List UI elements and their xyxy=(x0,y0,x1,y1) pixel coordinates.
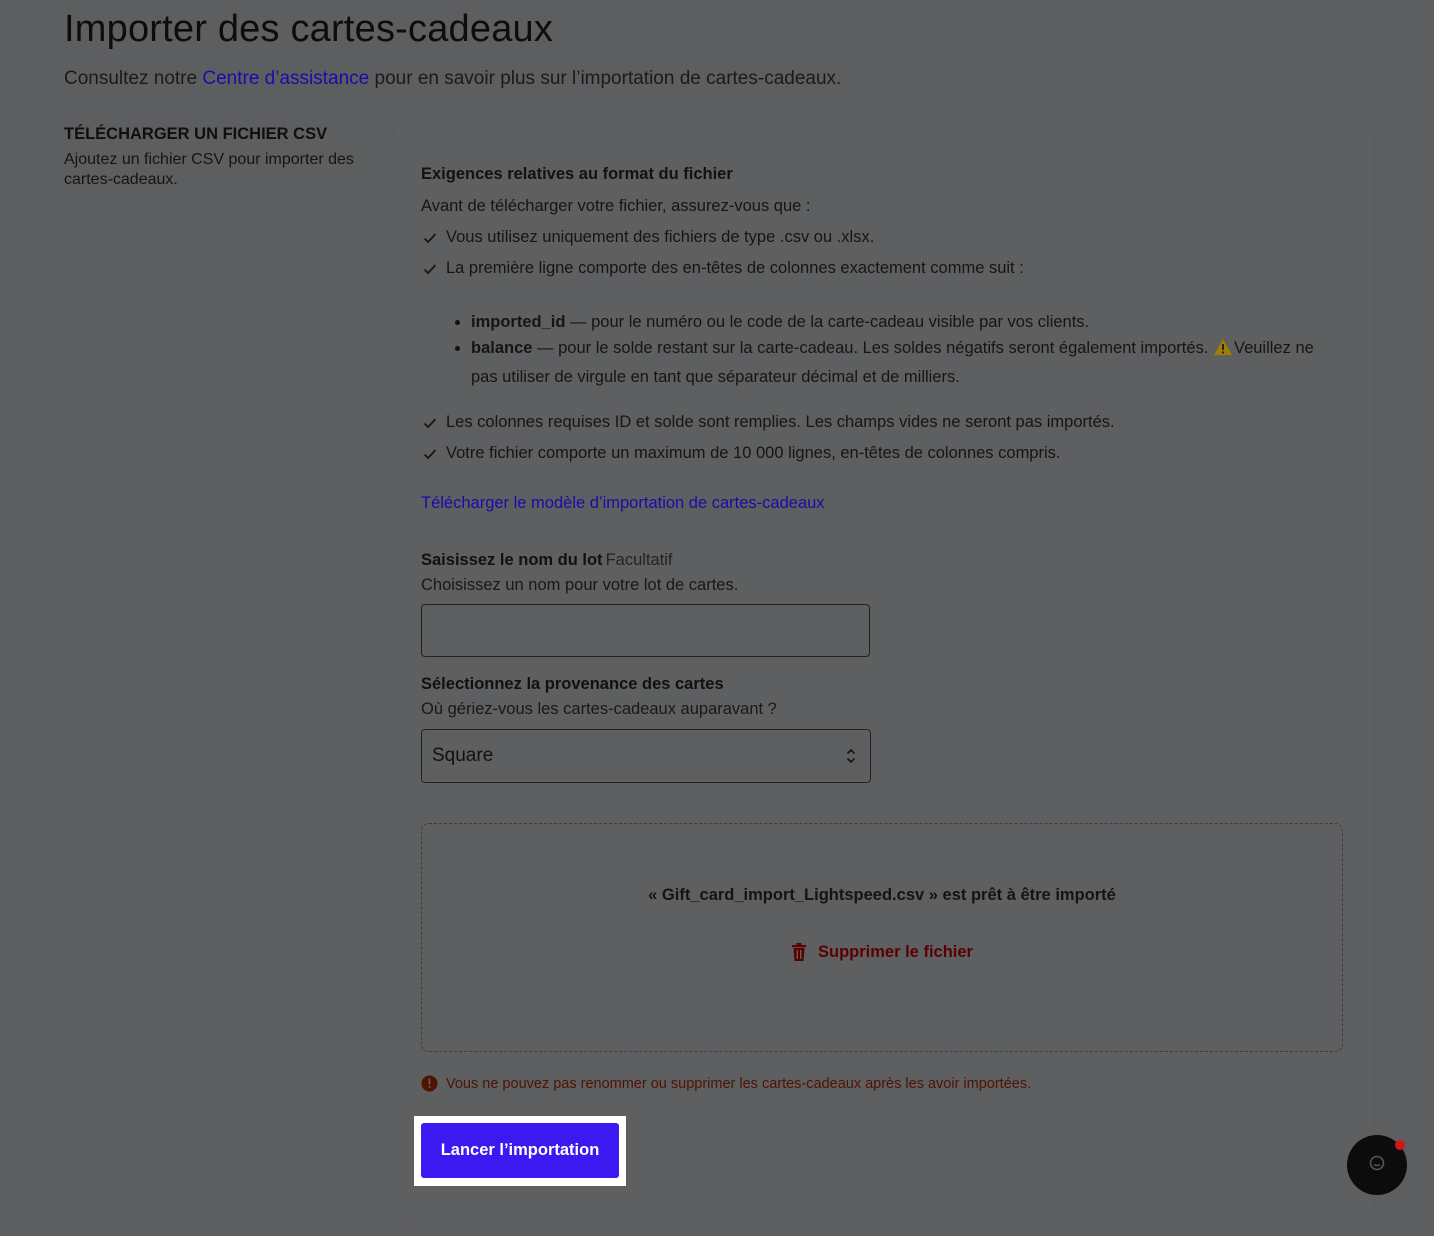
column-list: imported_id — pour le numéro ou le code … xyxy=(455,309,1335,390)
batch-name-input[interactable] xyxy=(421,604,870,657)
help-center-link[interactable]: Centre d’assistance xyxy=(202,68,369,89)
upload-card xyxy=(392,125,1373,1217)
requirement-item: Les colonnes requises ID et solde sont r… xyxy=(421,413,1115,432)
notice-text: Vous ne pouvez pas renommer ou supprimer… xyxy=(446,1075,1032,1092)
source-help: Où gériez-vous les cartes-cadeaux aupara… xyxy=(421,700,777,718)
section-title: TÉLÉCHARGER UN FICHIER CSV xyxy=(64,125,328,143)
chat-icon xyxy=(1367,1153,1387,1178)
requirement-item: Vous utilisez uniquement des fichiers de… xyxy=(421,228,874,247)
source-select[interactable]: Square xyxy=(421,729,871,783)
file-dropzone[interactable]: « Gift_card_import_Lightspeed.csv » est … xyxy=(421,823,1343,1052)
batch-name-help: Choisissez un nom pour votre lot de cart… xyxy=(421,576,739,594)
requirement-item: Votre fichier comporte un maximum de 10 … xyxy=(421,444,1060,463)
column-description: — pour le solde restant sur la carte-cad… xyxy=(532,339,1213,357)
check-icon xyxy=(421,445,439,463)
page-title: Importer des cartes-cadeaux xyxy=(64,8,554,50)
requirement-text: Les colonnes requises ID et solde sont r… xyxy=(446,413,1115,431)
check-icon xyxy=(421,260,439,278)
warning-icon xyxy=(1213,338,1233,364)
batch-name-label-text: Saisissez le nom du lot xyxy=(421,551,603,569)
download-template-link[interactable]: Télécharger le modèle d’importation de c… xyxy=(421,494,825,513)
section-description: Ajoutez un fichier CSV pour importer des… xyxy=(64,151,354,188)
file-ready-message: « Gift_card_import_Lightspeed.csv » est … xyxy=(648,886,1116,904)
requirements-title: Exigences relatives au format du fichier xyxy=(421,165,733,183)
import-notice: Vous ne pouvez pas renommer ou supprimer… xyxy=(421,1075,1031,1092)
delete-file-label: Supprimer le fichier xyxy=(818,942,973,961)
column-name: imported_id xyxy=(471,313,566,331)
source-label: Sélectionnez la provenance des cartes xyxy=(421,675,724,693)
column-description: — pour le numéro ou le code de la carte-… xyxy=(565,313,1090,331)
check-icon xyxy=(421,414,439,432)
requirement-text: Vous utilisez uniquement des fichiers de… xyxy=(446,228,875,246)
column-item-balance: balance — pour le solde restant sur la c… xyxy=(455,335,1335,390)
info-icon xyxy=(421,1075,438,1092)
page-subtitle: Consultez notre Centre d’assistance pour… xyxy=(64,68,841,90)
batch-name-label: Saisissez le nom du lot Facultatif xyxy=(421,551,673,570)
delete-file-button[interactable]: Supprimer le fichier xyxy=(790,942,973,962)
requirement-item: La première ligne comporte des en-têtes … xyxy=(421,259,1024,278)
section-header: TÉLÉCHARGER UN FICHIER CSV Ajoutez un fi… xyxy=(64,125,364,190)
subtitle-text-before: Consultez notre xyxy=(64,68,203,89)
check-icon xyxy=(421,229,439,247)
source-selected-value: Square xyxy=(432,745,494,766)
subtitle-text-after: pour en savoir plus sur l’importation de… xyxy=(369,68,842,89)
chat-launcher-button[interactable] xyxy=(1347,1135,1407,1195)
start-import-button[interactable]: Lancer l’importation xyxy=(421,1123,619,1178)
notification-badge xyxy=(1395,1140,1405,1150)
chevron-updown-icon xyxy=(846,746,856,772)
column-name: balance xyxy=(471,339,533,357)
requirement-text: Votre fichier comporte un maximum de 10 … xyxy=(446,444,1061,462)
optional-tag: Facultatif xyxy=(605,551,673,569)
requirements-intro: Avant de télécharger votre fichier, assu… xyxy=(421,197,811,215)
requirement-text: La première ligne comporte des en-têtes … xyxy=(446,259,1024,277)
trash-icon xyxy=(790,942,808,962)
column-item-imported-id: imported_id — pour le numéro ou le code … xyxy=(455,309,1335,335)
